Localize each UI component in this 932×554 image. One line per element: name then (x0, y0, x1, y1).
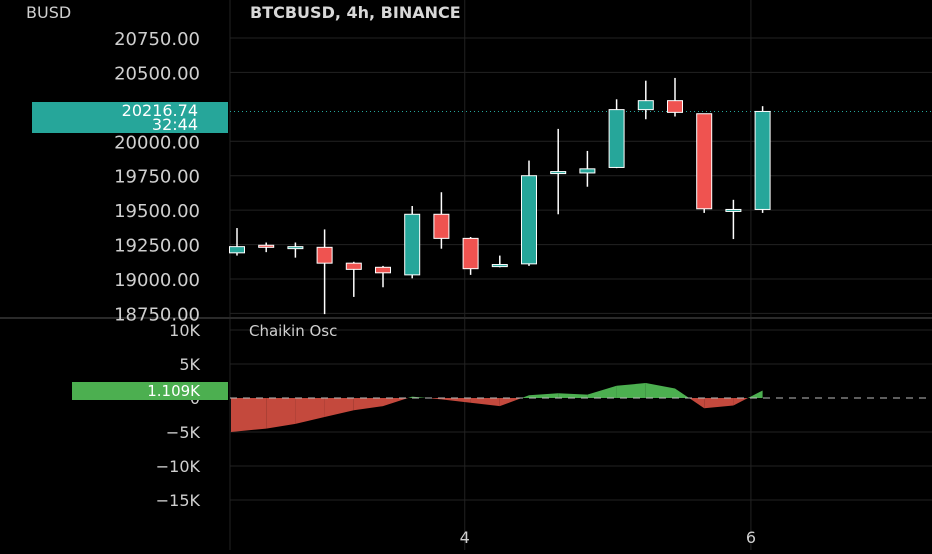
osc-area-negative (231, 398, 267, 432)
price-tick-label: 19250.00 (114, 236, 200, 257)
indicator-title[interactable]: Chaikin Osc (249, 322, 337, 340)
candle-body-up[interactable] (754, 110, 771, 210)
candle-body-down[interactable] (433, 213, 450, 239)
last-price-badge: 20216.74 32:44 (32, 101, 228, 134)
chart-canvas[interactable]: 4 6 20750.00 20500.00 20000.00 19750.00 19500.… (0, 0, 932, 550)
candle-body-down[interactable] (258, 244, 275, 248)
candle-body-down[interactable] (345, 262, 362, 270)
symbol-title[interactable]: BTCBUSD, 4h, BINANCE (250, 3, 461, 22)
x-tick-label-4: 4 (460, 528, 470, 547)
osc-tick-label: 5K (179, 355, 200, 374)
candle-body-up[interactable] (287, 246, 304, 250)
candle-body-up[interactable] (521, 175, 537, 265)
oscillator-value: 1.109K (147, 382, 201, 400)
price-tick-label: 19500.00 (114, 201, 200, 222)
bar-countdown: 32:44 (152, 115, 198, 134)
candle-body-down[interactable] (667, 100, 683, 113)
oscillator-value-badge: 1.109K (72, 382, 228, 400)
price-tick-label: 20750.00 (114, 29, 200, 50)
candle-body-up[interactable] (608, 109, 625, 168)
chart-root[interactable]: 4 6 20750.00 20500.00 20000.00 19750.00 19500.… (0, 0, 932, 550)
candle-body-down[interactable] (462, 237, 479, 270)
price-tick-label: 19000.00 (114, 270, 200, 291)
osc-tick-label: −15K (156, 491, 201, 510)
x-tick-label-6: 6 (746, 528, 756, 547)
candle-body-up[interactable] (404, 213, 421, 276)
candle-body-up[interactable] (229, 246, 245, 254)
osc-tick-label: −10K (156, 457, 201, 476)
candle-body-up[interactable] (637, 100, 654, 111)
osc-tick-label: 10K (169, 321, 200, 340)
osc-tick-label: −5K (166, 423, 201, 442)
candle-body-down[interactable] (316, 246, 333, 264)
candle-body-up[interactable] (579, 168, 596, 174)
price-tick-label: 20000.00 (114, 132, 200, 153)
candle-body-up[interactable] (550, 171, 567, 175)
candle-body-up[interactable] (725, 208, 742, 212)
candle-body-down[interactable] (375, 266, 391, 274)
currency-label: BUSD (26, 3, 71, 22)
osc-area-negative (266, 398, 296, 429)
price-tick-label: 19750.00 (114, 167, 200, 188)
candle-body-down[interactable] (696, 113, 713, 210)
candle-body-up[interactable] (491, 264, 508, 268)
price-tick-label: 20500.00 (114, 63, 200, 84)
